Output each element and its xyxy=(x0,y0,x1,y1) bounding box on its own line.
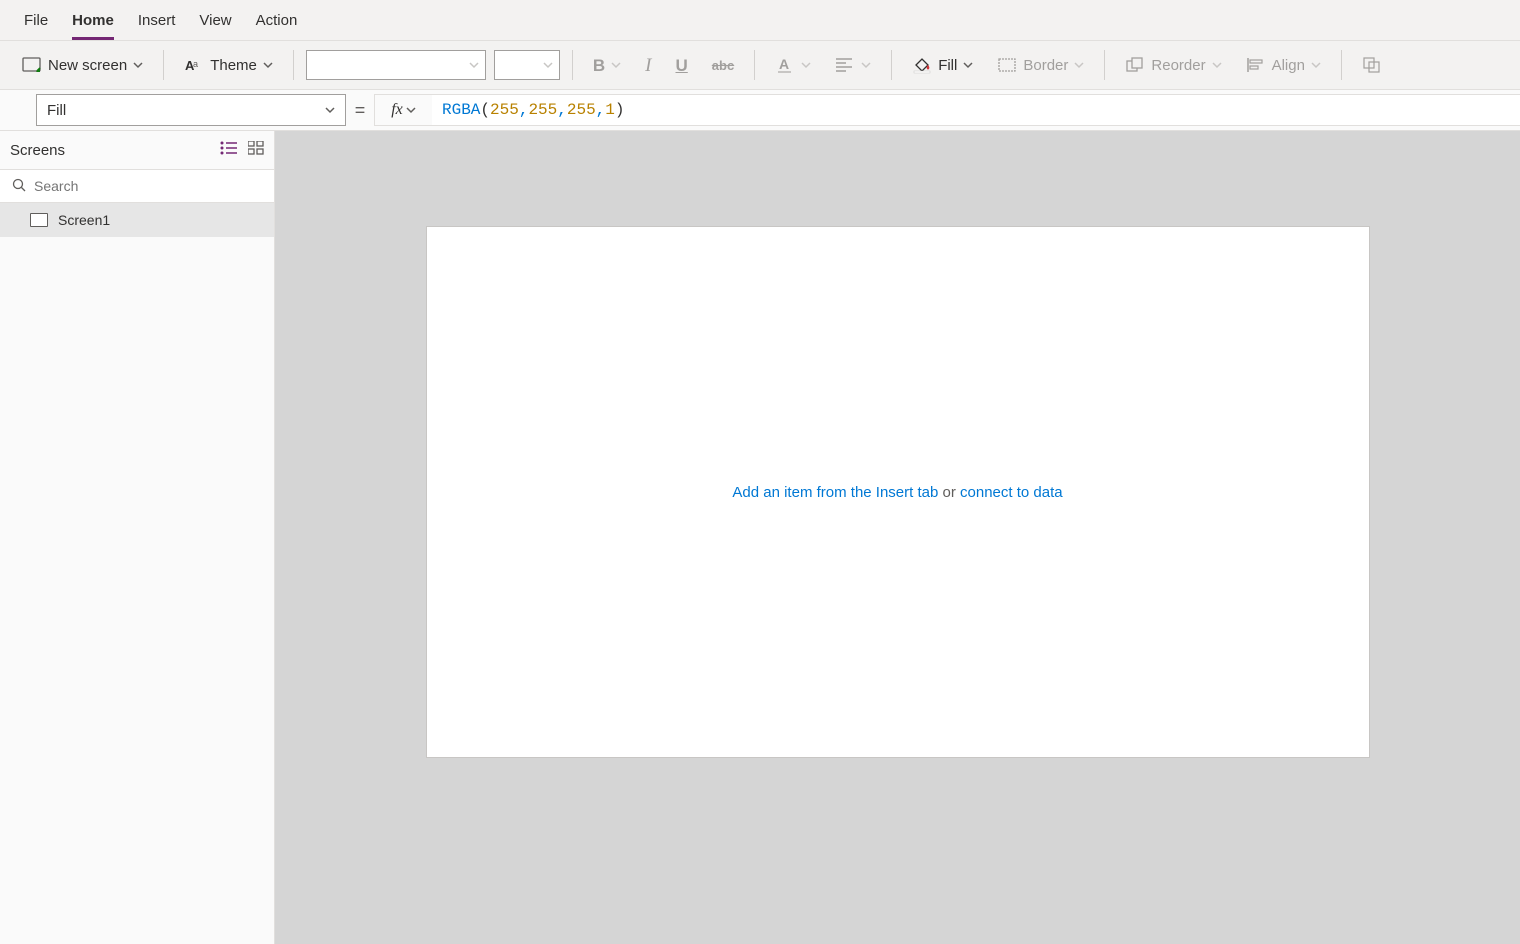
svg-text:a: a xyxy=(193,59,198,69)
align-left-icon xyxy=(835,55,855,75)
formula-token-comma: , xyxy=(596,101,606,119)
fx-label: fx xyxy=(391,101,403,119)
formula-bar: Fill = fx RGBA(255, 255, 255, 1) xyxy=(0,89,1520,131)
tree-search[interactable] xyxy=(0,169,274,203)
menu-bar: File Home Insert View Action xyxy=(0,0,1520,41)
menu-file[interactable]: File xyxy=(24,0,48,40)
theme-button[interactable]: Aa Theme xyxy=(176,51,281,79)
chevron-down-icon xyxy=(133,60,143,70)
menu-insert[interactable]: Insert xyxy=(138,0,176,40)
formula-token-num: 255 xyxy=(528,101,557,119)
bold-button[interactable]: B xyxy=(585,53,629,78)
menu-view[interactable]: View xyxy=(199,0,231,40)
reorder-label: Reorder xyxy=(1151,57,1205,74)
chevron-down-icon xyxy=(406,105,416,115)
chevron-down-icon xyxy=(263,60,273,70)
fill-button[interactable]: Fill xyxy=(904,51,981,79)
group-icon xyxy=(1362,55,1382,75)
tree-panel: Screens Screen1 xyxy=(0,131,275,944)
ribbon-toolbar: New screen Aa Theme B I U xyxy=(0,41,1520,89)
screen-icon xyxy=(22,55,42,75)
text-align-button[interactable] xyxy=(827,51,879,79)
separator xyxy=(293,50,294,80)
canvas-hint: Add an item from the Insert tab or conne… xyxy=(732,484,1062,501)
tree-header: Screens xyxy=(0,131,274,169)
tree-item-screen1[interactable]: Screen1 xyxy=(0,203,274,237)
chevron-down-icon xyxy=(325,105,335,115)
design-canvas[interactable]: Add an item from the Insert tab or conne… xyxy=(427,227,1369,757)
separator xyxy=(754,50,755,80)
chevron-down-icon xyxy=(801,60,811,70)
theme-icon: Aa xyxy=(184,55,204,75)
reorder-button[interactable]: Reorder xyxy=(1117,51,1229,79)
svg-text:A: A xyxy=(779,56,789,72)
chevron-down-icon xyxy=(469,60,479,70)
formula-token-comma: , xyxy=(519,101,529,119)
align-button[interactable]: Align xyxy=(1238,51,1329,79)
tree-search-input[interactable] xyxy=(34,178,262,194)
underline-icon: U xyxy=(676,57,688,74)
tree-list-view-icon[interactable] xyxy=(220,141,238,159)
separator xyxy=(1341,50,1342,80)
theme-label: Theme xyxy=(210,57,257,74)
font-size-select[interactable] xyxy=(494,50,560,80)
formula-token-fn: RGBA xyxy=(442,101,480,119)
formula-token-paren: ( xyxy=(480,101,490,119)
bold-icon: B xyxy=(593,57,605,74)
chevron-down-icon xyxy=(1212,60,1222,70)
formula-token-num: 1 xyxy=(605,101,615,119)
formula-token-paren: ) xyxy=(615,101,625,119)
tree-grid-view-icon[interactable] xyxy=(248,141,264,159)
formula-token-num: 255 xyxy=(567,101,596,119)
fill-bucket-icon xyxy=(912,55,932,75)
font-family-select[interactable] xyxy=(306,50,486,80)
strikethrough-icon: abc xyxy=(712,59,734,72)
italic-button[interactable]: I xyxy=(637,52,659,79)
border-icon xyxy=(997,55,1017,75)
canvas-area: Add an item from the Insert tab or conne… xyxy=(275,131,1520,944)
chevron-down-icon xyxy=(963,60,973,70)
fill-label: Fill xyxy=(938,57,957,74)
property-name: Fill xyxy=(47,102,66,119)
chevron-down-icon xyxy=(611,60,621,70)
border-label: Border xyxy=(1023,57,1068,74)
font-color-button[interactable]: A xyxy=(767,51,819,79)
group-button[interactable] xyxy=(1354,51,1390,79)
underline-button[interactable]: U xyxy=(668,53,696,78)
reorder-icon xyxy=(1125,55,1145,75)
border-button[interactable]: Border xyxy=(989,51,1092,79)
tree-list: Screen1 xyxy=(0,203,274,944)
menu-home[interactable]: Home xyxy=(72,0,114,40)
chevron-down-icon xyxy=(861,60,871,70)
connect-data-link[interactable]: connect to data xyxy=(960,484,1063,501)
equals-sign: = xyxy=(346,90,374,130)
font-color-icon: A xyxy=(775,55,795,75)
align-objects-icon xyxy=(1246,55,1266,75)
formula-token-num: 255 xyxy=(490,101,519,119)
tree-item-label: Screen1 xyxy=(58,212,110,228)
screen-icon xyxy=(30,213,48,227)
property-selector[interactable]: Fill xyxy=(36,94,346,126)
formula-token-comma: , xyxy=(557,101,567,119)
insert-tab-link[interactable]: Add an item from the Insert tab xyxy=(732,484,938,501)
tree-title: Screens xyxy=(10,142,65,159)
separator xyxy=(1104,50,1105,80)
separator xyxy=(572,50,573,80)
separator xyxy=(891,50,892,80)
italic-icon: I xyxy=(645,56,651,75)
search-icon xyxy=(12,178,26,195)
chevron-down-icon xyxy=(1074,60,1084,70)
strikethrough-button[interactable]: abc xyxy=(704,55,742,76)
chevron-down-icon xyxy=(543,60,553,70)
chevron-down-icon xyxy=(1311,60,1321,70)
new-screen-label: New screen xyxy=(48,57,127,74)
hint-or: or xyxy=(938,484,960,501)
fx-button[interactable]: fx xyxy=(374,94,432,126)
menu-action[interactable]: Action xyxy=(256,0,298,40)
new-screen-button[interactable]: New screen xyxy=(14,51,151,79)
align-label: Align xyxy=(1272,57,1305,74)
separator xyxy=(163,50,164,80)
formula-input[interactable]: RGBA(255, 255, 255, 1) xyxy=(432,94,1520,126)
